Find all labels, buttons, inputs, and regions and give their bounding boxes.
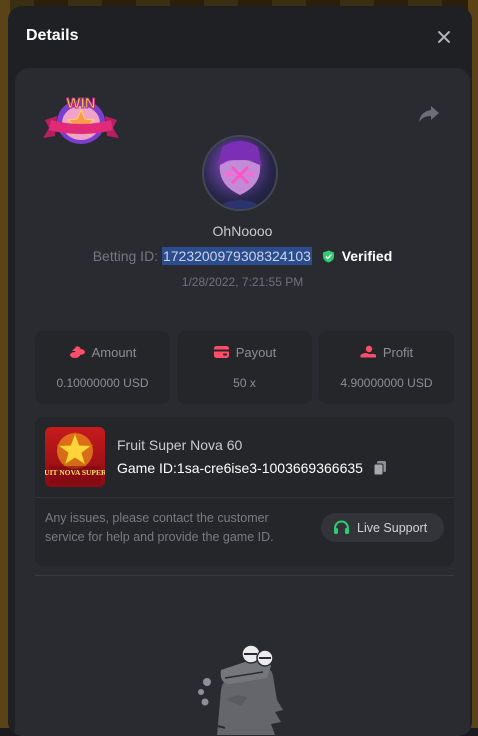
verified-label: Verified — [341, 248, 393, 264]
stat-profit: Profit 4.90000000 USD — [319, 331, 454, 404]
stat-payout-value: 50 x — [233, 376, 256, 390]
game-thumbnail[interactable]: FRUIT NOVA SUPER 60 — [45, 427, 105, 487]
coins-icon — [69, 346, 85, 358]
bet-timestamp: 1/28/2022, 7:21:55 PM — [181, 275, 304, 289]
stat-payout: Payout 50 x — [177, 331, 312, 404]
username: OhNoooo — [212, 223, 273, 239]
avatar-character-icon — [214, 141, 266, 209]
verified-shield-icon — [322, 250, 334, 263]
avatar — [202, 135, 278, 211]
bet-details-panel: WIN OhNoooo Betting ID: 1723200979308324… — [15, 68, 470, 736]
live-support-label: Live Support — [357, 521, 428, 535]
game-thumbnail-art-icon: FRUIT NOVA SUPER 60 — [45, 431, 105, 484]
stat-profit-label: Profit — [382, 345, 414, 360]
live-support-button[interactable]: Live Support — [321, 513, 444, 542]
stat-payout-label: Payout — [235, 345, 277, 360]
details-modal: Details WIN OhNoooo Betting ID: 17232009… — [8, 6, 472, 736]
betting-id-label: Betting ID: — [92, 248, 159, 264]
stat-amount-value: 0.10000000 USD — [56, 376, 149, 390]
stat-amount-label: Amount — [91, 345, 137, 360]
modal-title: Details — [26, 27, 79, 44]
betting-id-row: Betting ID: 1723200979308324103 Verified — [15, 247, 470, 265]
close-icon[interactable] — [434, 27, 454, 47]
game-name: Fruit Super Nova 60 — [117, 437, 243, 453]
hand-coin-icon — [360, 345, 376, 358]
betting-id-value[interactable]: 1723200979308324103 — [161, 247, 312, 265]
headset-icon — [334, 520, 349, 534]
game-id-row: Game ID:1sa-cre6ise3-1003669366635 — [117, 460, 387, 476]
game-id-label: Game ID: — [117, 460, 177, 476]
game-card-divider — [35, 497, 454, 498]
game-thumbnail-text: FRUIT NOVA SUPER 60 — [45, 468, 105, 477]
wallet-icon — [213, 346, 229, 358]
game-card: FRUIT NOVA SUPER 60 Fruit Super Nova 60 … — [35, 417, 454, 566]
win-badge-text: WIN — [66, 95, 95, 112]
support-note: Any issues, please contact the customer … — [45, 511, 274, 544]
game-id-value: 1sa-cre6ise3-1003669366635 — [176, 460, 363, 476]
share-icon[interactable] — [418, 104, 440, 124]
modal-header: Details — [8, 6, 472, 68]
stat-profit-value: 4.90000000 USD — [340, 376, 433, 390]
crocodile-mascot-icon — [198, 644, 283, 735]
stat-amount: Amount 0.10000000 USD — [35, 331, 170, 404]
section-separator — [35, 575, 454, 576]
win-badge-icon: WIN — [43, 95, 119, 144]
copy-icon[interactable] — [373, 460, 387, 476]
